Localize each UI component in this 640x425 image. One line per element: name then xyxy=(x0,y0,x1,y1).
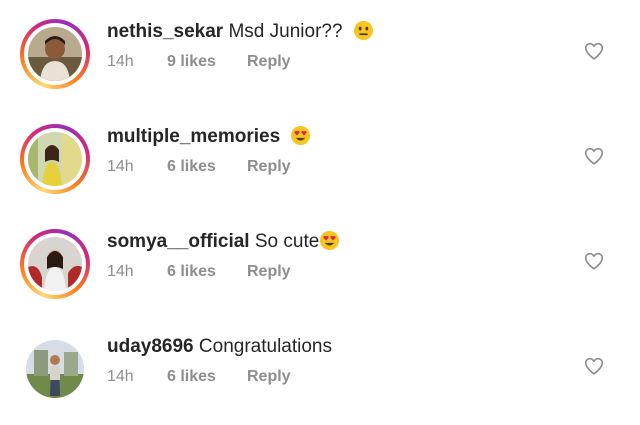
comment-body: So cute xyxy=(254,231,320,252)
likes-count[interactable]: 9 likes xyxy=(167,53,216,71)
neutral-face-emoji xyxy=(353,20,373,41)
reply-button[interactable]: Reply xyxy=(247,263,291,281)
comment-time: 14h xyxy=(107,158,134,175)
comment-text-line: nethis_sekar Msd Junior?? xyxy=(107,19,374,45)
username[interactable]: uday8696 xyxy=(107,336,194,357)
reply-button[interactable]: Reply xyxy=(247,158,291,176)
comment-item: multiple_memories 14h 6 likes Reply xyxy=(0,105,640,210)
username[interactable]: somya__official xyxy=(107,231,250,252)
comment-list: nethis_sekar Msd Junior?? 14h 9 likes Re… xyxy=(0,0,640,425)
heart-outline-icon[interactable] xyxy=(583,145,605,167)
avatar-wrapper[interactable] xyxy=(24,338,86,400)
username[interactable]: nethis_sekar xyxy=(107,21,223,42)
likes-count[interactable]: 6 likes xyxy=(167,368,216,386)
comment-item: nethis_sekar Msd Junior?? 14h 9 likes Re… xyxy=(0,0,640,105)
avatar[interactable] xyxy=(26,340,84,398)
comment-time: 14h xyxy=(107,53,134,70)
comment-text-line: uday8696 Congratulations xyxy=(107,334,332,360)
comment-text-line: multiple_memories xyxy=(107,124,311,150)
reply-button[interactable]: Reply xyxy=(247,53,291,71)
comment-time: 14h xyxy=(107,368,134,385)
comment-body: Congratulations xyxy=(198,336,332,357)
avatar-story-ring[interactable] xyxy=(20,19,90,89)
heart-eyes-emoji xyxy=(320,230,340,251)
heart-outline-icon[interactable] xyxy=(583,40,605,62)
heart-eyes-emoji xyxy=(291,125,311,146)
avatar[interactable] xyxy=(28,132,82,186)
avatar[interactable] xyxy=(28,237,82,291)
heart-outline-icon[interactable] xyxy=(583,250,605,272)
comment-item: somya__official So cute 14h 6 likes Repl… xyxy=(0,210,640,315)
heart-outline-icon[interactable] xyxy=(583,355,605,377)
username[interactable]: multiple_memories xyxy=(107,126,280,147)
avatar-story-ring[interactable] xyxy=(20,229,90,299)
comment-text-line: somya__official So cute xyxy=(107,229,340,255)
comment-item: uday8696 Congratulations 14h 6 likes Rep… xyxy=(0,315,640,420)
comment-time: 14h xyxy=(107,263,134,280)
avatar[interactable] xyxy=(28,27,82,81)
likes-count[interactable]: 6 likes xyxy=(167,263,216,281)
comment-body: Msd Junior?? xyxy=(228,21,343,42)
avatar-story-ring[interactable] xyxy=(20,124,90,194)
reply-button[interactable]: Reply xyxy=(247,368,291,386)
likes-count[interactable]: 6 likes xyxy=(167,158,216,176)
